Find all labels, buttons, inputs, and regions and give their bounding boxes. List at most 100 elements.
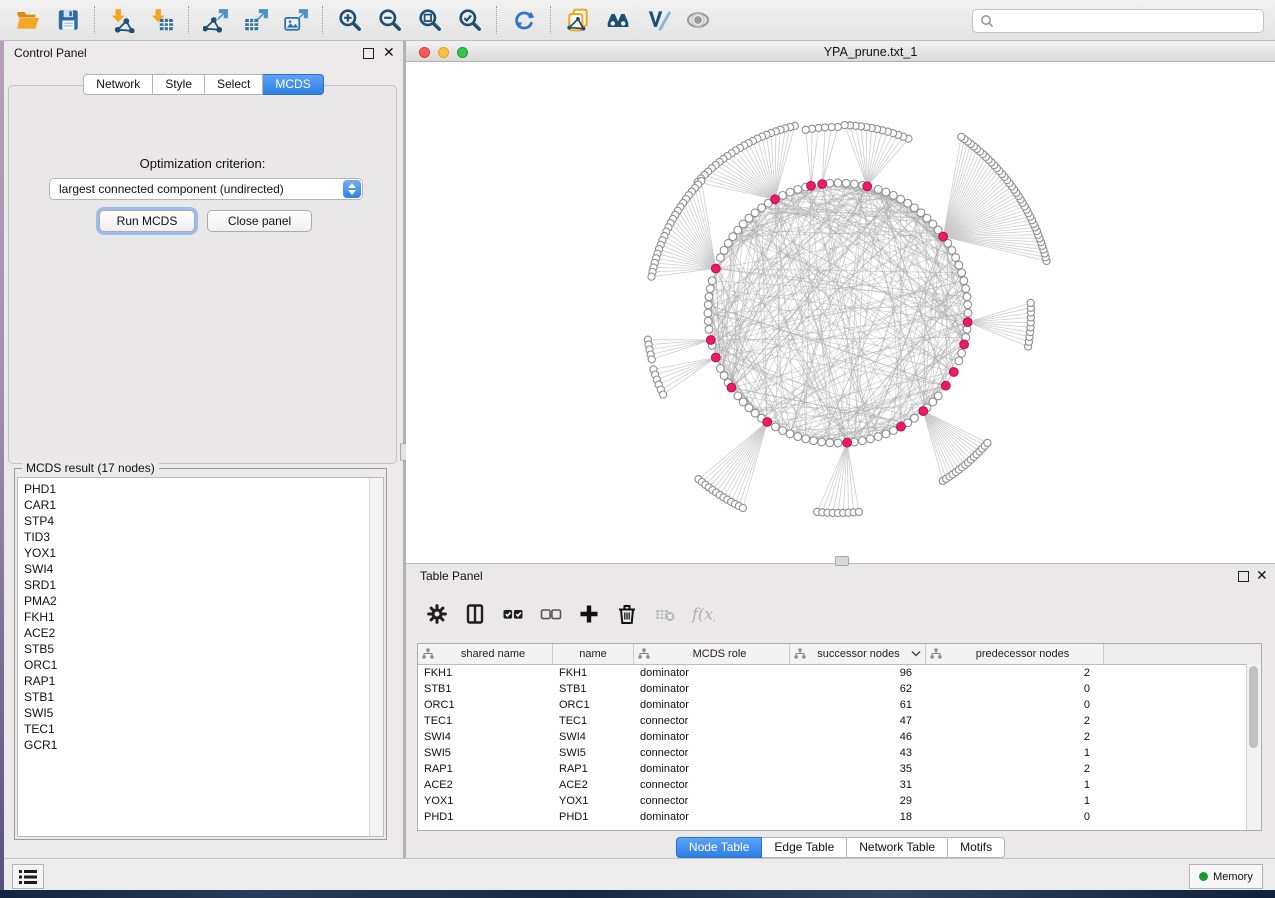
select-all-columns-button[interactable] — [494, 597, 532, 631]
status-bar: Memory — [4, 858, 1275, 890]
table-splitter-handle[interactable] — [835, 556, 849, 566]
column-header-name[interactable]: name — [553, 644, 634, 664]
mcds-result-groupbox: MCDS result (17 nodes) PHD1CAR1STP4TID3Y… — [14, 468, 387, 840]
export-image-button[interactable] — [276, 3, 316, 37]
desktop-wallpaper-bottom — [0, 890, 1275, 898]
optimization-criterion-select[interactable]: largest connected component (undirected) — [49, 178, 363, 200]
cell-successor-nodes: 29 — [790, 793, 926, 809]
cell-MCDS-role: connector — [634, 745, 790, 761]
minimize-window-light[interactable] — [438, 47, 449, 58]
result-item[interactable]: TID3 — [24, 529, 383, 545]
select-stepper-icon — [343, 180, 361, 198]
result-item[interactable]: RAP1 — [24, 673, 383, 689]
zoom-out-button[interactable] — [370, 3, 410, 37]
network-window-titlebar[interactable]: YPA_prune.txt_1 — [406, 42, 1275, 62]
export-table-button[interactable] — [236, 3, 276, 37]
float-table-panel-icon[interactable] — [1238, 571, 1249, 582]
close-table-panel-icon[interactable]: ✕ — [1256, 567, 1268, 583]
column-header-shared-name[interactable]: shared name — [418, 644, 553, 664]
refresh-layout-icon — [511, 7, 537, 33]
result-list-scrollbar[interactable] — [369, 478, 383, 836]
cell-predecessor-nodes: 0 — [926, 681, 1104, 697]
zoom-in-button[interactable] — [330, 3, 370, 37]
close-panel-button[interactable]: Close panel — [207, 210, 312, 232]
zoom-fit-button[interactable] — [410, 3, 450, 37]
result-item[interactable]: FKH1 — [24, 609, 383, 625]
column-header-successor-nodes[interactable]: successor nodes — [790, 644, 926, 664]
table-row[interactable]: YOX1YOX1connector291 — [418, 793, 1261, 809]
result-item[interactable]: GCR1 — [24, 737, 383, 753]
network-search-box[interactable] — [972, 9, 1264, 33]
memory-button[interactable]: Memory — [1189, 864, 1263, 889]
cell-name: YOX1 — [553, 793, 634, 809]
table-scrollbar[interactable] — [1246, 664, 1261, 830]
column-type-icon — [930, 648, 942, 660]
close-window-light[interactable] — [419, 47, 430, 58]
cell-successor-nodes: 43 — [790, 745, 926, 761]
table-row[interactable]: ORC1ORC1dominator610 — [418, 697, 1261, 713]
tab-motifs[interactable]: Motifs — [948, 837, 1005, 858]
result-item[interactable]: STB5 — [24, 641, 383, 657]
cell-predecessor-nodes: 2 — [926, 729, 1104, 745]
tab-mcds[interactable]: MCDS — [263, 74, 323, 95]
table-scrollbar-thumb[interactable] — [1249, 666, 1258, 748]
search-network-button[interactable] — [598, 3, 638, 37]
tab-style[interactable]: Style — [153, 74, 205, 95]
add-column-button[interactable] — [570, 597, 608, 631]
export-network-button[interactable] — [196, 3, 236, 37]
settings-button[interactable] — [418, 597, 456, 631]
tab-select[interactable]: Select — [205, 74, 263, 95]
unselect-all-columns-button[interactable] — [532, 597, 570, 631]
cell-shared-name: SWI5 — [418, 745, 553, 761]
table-row[interactable]: FKH1FKH1dominator962 — [418, 665, 1261, 681]
network-graph-canvas[interactable] — [406, 62, 1275, 563]
delete-column-button[interactable] — [608, 597, 646, 631]
tab-node-table[interactable]: Node Table — [676, 837, 763, 858]
table-row[interactable]: SWI4SWI4dominator462 — [418, 729, 1261, 745]
result-item[interactable]: CAR1 — [24, 497, 383, 513]
task-history-button[interactable] — [12, 864, 44, 889]
result-item[interactable]: SWI4 — [24, 561, 383, 577]
result-item[interactable]: ORC1 — [24, 657, 383, 673]
result-item[interactable]: YOX1 — [24, 545, 383, 561]
import-table-button[interactable] — [142, 3, 182, 37]
result-item[interactable]: STB1 — [24, 689, 383, 705]
show-columns-button[interactable] — [456, 597, 494, 631]
table-row[interactable]: SWI5SWI5connector431 — [418, 745, 1261, 761]
tab-network[interactable]: Network — [83, 74, 153, 95]
table-row[interactable]: STB1STB1dominator620 — [418, 681, 1261, 697]
column-header-MCDS-role[interactable]: MCDS role — [634, 644, 790, 664]
import-network-button[interactable] — [102, 3, 142, 37]
table-row[interactable]: RAP1RAP1dominator352 — [418, 761, 1261, 777]
open-session-button[interactable] — [8, 3, 48, 37]
result-item[interactable]: STP4 — [24, 513, 383, 529]
export-image-icon — [283, 7, 309, 33]
result-item[interactable]: PHD1 — [24, 481, 383, 497]
table-row[interactable]: PHD1PHD1dominator180 — [418, 809, 1261, 825]
result-item[interactable]: ACE2 — [24, 625, 383, 641]
table-row[interactable]: ACE2ACE2connector311 — [418, 777, 1261, 793]
run-mcds-button[interactable]: Run MCDS — [99, 210, 195, 232]
save-session-button[interactable] — [48, 3, 88, 37]
cell-MCDS-role: connector — [634, 793, 790, 809]
result-item[interactable]: SRD1 — [24, 577, 383, 593]
zoom-selected-button[interactable] — [450, 3, 490, 37]
close-panel-icon[interactable]: ✕ — [383, 44, 395, 60]
cell-shared-name: FKH1 — [418, 665, 553, 681]
result-item[interactable]: SWI5 — [24, 705, 383, 721]
result-item[interactable]: PMA2 — [24, 593, 383, 609]
copy-network-button[interactable] — [558, 3, 598, 37]
float-panel-icon[interactable] — [363, 48, 374, 59]
refresh-layout-button[interactable] — [504, 3, 544, 37]
table-row[interactable]: TEC1TEC1connector472 — [418, 713, 1261, 729]
show-hide-details-button[interactable] — [678, 3, 718, 37]
tab-network-table[interactable]: Network Table — [847, 837, 948, 858]
vizmapper-button[interactable] — [638, 3, 678, 37]
result-item[interactable]: TEC1 — [24, 721, 383, 737]
column-header-predecessor-nodes[interactable]: predecessor nodes — [926, 644, 1104, 664]
mcds-result-list[interactable]: PHD1CAR1STP4TID3YOX1SWI4SRD1PMA2FKH1ACE2… — [17, 477, 384, 837]
tab-edge-table[interactable]: Edge Table — [762, 837, 847, 858]
search-input[interactable] — [998, 11, 1263, 31]
cell-name: FKH1 — [553, 665, 634, 681]
cell-shared-name: RAP1 — [418, 761, 553, 777]
